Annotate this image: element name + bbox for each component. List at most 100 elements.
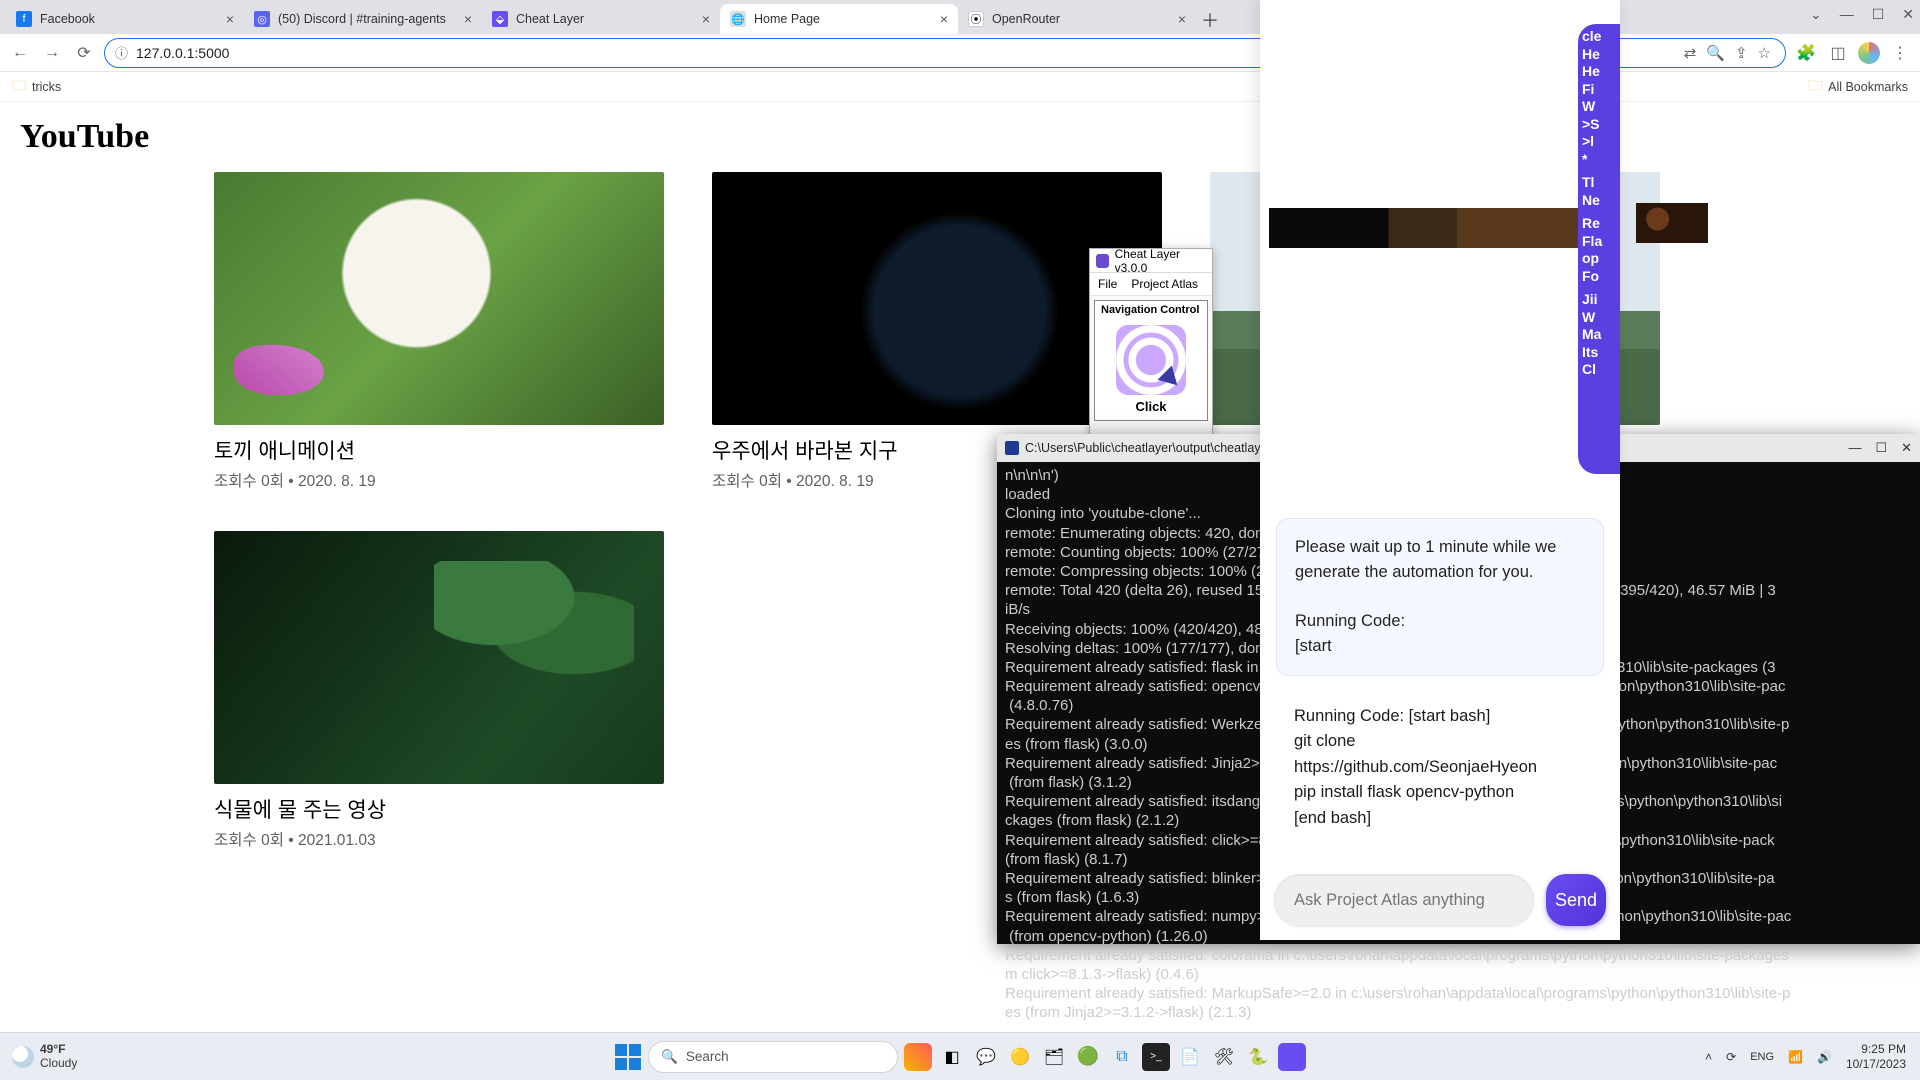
app-titlebar[interactable]: Cheat Layer v3.0.0 bbox=[1090, 249, 1212, 273]
tray-language-icon[interactable]: ENG bbox=[1750, 1051, 1774, 1063]
taskbar-terminal-icon[interactable]: >_ bbox=[1142, 1043, 1170, 1071]
taskbar-app-icon[interactable]: 🟢 bbox=[1074, 1043, 1102, 1071]
menu-icon[interactable]: ⋮ bbox=[1888, 41, 1912, 65]
tray-sync-icon[interactable]: ⟳ bbox=[1726, 1050, 1736, 1064]
date: 10/17/2023 bbox=[1846, 1057, 1906, 1071]
chat-message-status: Please wait up to 1 minute while we gene… bbox=[1276, 518, 1604, 676]
start-button[interactable] bbox=[614, 1043, 642, 1071]
back-button[interactable]: ← bbox=[8, 41, 32, 65]
time: 9:25 PM bbox=[1846, 1042, 1906, 1056]
close-icon[interactable]: × bbox=[226, 11, 234, 27]
all-bookmarks-button[interactable]: 🗀 All Bookmarks bbox=[1808, 75, 1908, 99]
taskbar-taskview-icon[interactable]: ◧ bbox=[938, 1043, 966, 1071]
click-tool-button[interactable]: Click bbox=[1101, 325, 1201, 414]
taskbar-center: 🔍 Search ◧ 💬 🟡 🗂 🟢 ⧉ >_ 📄 🛠 🐍 bbox=[614, 1041, 1306, 1073]
search-placeholder: Search bbox=[686, 1049, 729, 1064]
weather-desc: Cloudy bbox=[40, 1057, 77, 1071]
profile-avatar[interactable] bbox=[1858, 42, 1880, 64]
chat-message-code: Running Code: [start bash] git clone htt… bbox=[1276, 690, 1604, 846]
taskbar-explorer-icon[interactable]: 🗂 bbox=[1040, 1043, 1068, 1071]
translate-icon[interactable]: ⇄ bbox=[1684, 44, 1697, 62]
tab-openrouter[interactable]: ⦿ OpenRouter × bbox=[958, 4, 1196, 34]
weather-widget[interactable]: 49°F Cloudy bbox=[0, 1043, 77, 1071]
video-thumbnail[interactable] bbox=[214, 172, 664, 425]
terminal-title: C:\Users\Public\cheatlayer\output\cheatl… bbox=[1025, 441, 1272, 455]
favicon: 🌐 bbox=[730, 11, 746, 27]
clock[interactable]: 9:25 PM 10/17/2023 bbox=[1846, 1042, 1906, 1071]
taskbar-search[interactable]: 🔍 Search bbox=[648, 1041, 898, 1073]
minimize-icon[interactable]: — bbox=[1848, 440, 1861, 456]
forward-button[interactable]: → bbox=[40, 41, 64, 65]
tab-discord[interactable]: ◎ (50) Discord | #training-agents × bbox=[244, 4, 482, 34]
site-info-icon[interactable]: ⓘ bbox=[115, 43, 128, 62]
target-icon bbox=[1116, 325, 1186, 395]
taskbar-app-icon[interactable]: 🛠 bbox=[1210, 1043, 1238, 1071]
star-icon[interactable]: ☆ bbox=[1758, 44, 1771, 62]
transcript-peek-strip[interactable]: cle He He Fi W >S >l * Tl Ne Re Fla op F… bbox=[1578, 24, 1620, 474]
close-icon[interactable]: × bbox=[940, 11, 948, 27]
omnibox-actions: ⇄ 🔍 ⇪ ☆ bbox=[1684, 44, 1775, 62]
navigation-control-panel: Navigation Control Click bbox=[1094, 300, 1208, 421]
panel-header: Navigation Control bbox=[1095, 301, 1207, 319]
video-card[interactable]: 토끼 애니메이션 조회수 0회 • 2020. 8. 19 bbox=[214, 172, 664, 491]
tab-facebook[interactable]: f Facebook × bbox=[6, 4, 244, 34]
tray-chevron-icon[interactable]: ˄ bbox=[1705, 1050, 1712, 1064]
send-button[interactable]: Send bbox=[1546, 874, 1606, 926]
taskbar-cheatlayer-icon[interactable] bbox=[1278, 1043, 1306, 1071]
video-title: 식물에 물 주는 영상 bbox=[214, 794, 664, 824]
browser-tabstrip: f Facebook × ◎ (50) Discord | #training-… bbox=[0, 0, 1920, 34]
weather-icon bbox=[12, 1046, 34, 1068]
menu-file[interactable]: File bbox=[1098, 277, 1117, 291]
video-title: 토끼 애니메이션 bbox=[214, 435, 664, 465]
reload-button[interactable]: ⟳ bbox=[72, 41, 96, 65]
tab-title: (50) Discord | #training-agents bbox=[278, 12, 456, 26]
favicon: f bbox=[16, 11, 32, 27]
chevron-down-icon[interactable]: ⌄ bbox=[1810, 6, 1822, 23]
tab-title: Cheat Layer bbox=[516, 12, 694, 26]
folder-icon: 🗀 bbox=[12, 75, 26, 99]
favicon: ◎ bbox=[254, 11, 270, 27]
window-controls: ⌄ — ☐ ✕ bbox=[1810, 6, 1914, 23]
video-card[interactable]: 식물에 물 주는 영상 조회수 0회 • 2021.01.03 bbox=[214, 531, 664, 850]
app-title: Cheat Layer v3.0.0 bbox=[1115, 247, 1206, 275]
tab-title: Facebook bbox=[40, 12, 218, 26]
close-icon[interactable]: ✕ bbox=[1902, 6, 1914, 23]
minimize-icon[interactable]: — bbox=[1840, 6, 1854, 23]
tray-volume-icon[interactable]: 🔊 bbox=[1817, 1050, 1832, 1064]
menu-project-atlas[interactable]: Project Atlas bbox=[1131, 277, 1198, 291]
extensions-icon[interactable]: 🧩 bbox=[1794, 41, 1818, 65]
maximize-icon[interactable]: ☐ bbox=[1875, 440, 1887, 456]
bookmark-tricks[interactable]: 🗀 tricks bbox=[12, 75, 61, 99]
chat-image-strip bbox=[1269, 208, 1611, 248]
search-icon: 🔍 bbox=[661, 1049, 678, 1065]
sidepanel-icon[interactable]: ◫ bbox=[1826, 41, 1850, 65]
taskbar-vscode-icon[interactable]: ⧉ bbox=[1108, 1043, 1136, 1071]
taskbar-chat-icon[interactable]: 💬 bbox=[972, 1043, 1000, 1071]
chat-input[interactable] bbox=[1274, 874, 1534, 926]
taskbar-chrome-icon[interactable]: 🟡 bbox=[1006, 1043, 1034, 1071]
partial-thumbnail bbox=[1636, 203, 1708, 243]
windows-taskbar: 49°F Cloudy 🔍 Search ◧ 💬 🟡 🗂 🟢 ⧉ >_ 📄 🛠 … bbox=[0, 1032, 1920, 1080]
close-icon[interactable]: × bbox=[1178, 11, 1186, 27]
close-icon[interactable]: ✕ bbox=[1901, 440, 1912, 456]
close-icon[interactable]: × bbox=[702, 11, 710, 27]
share-icon[interactable]: ⇪ bbox=[1735, 44, 1748, 62]
system-tray: ˄ ⟳ ENG 📶 🔊 9:25 PM 10/17/2023 bbox=[1705, 1042, 1920, 1071]
tab-title: Home Page bbox=[754, 12, 932, 26]
tab-cheatlayer[interactable]: ⬙ Cheat Layer × bbox=[482, 4, 720, 34]
zoom-icon[interactable]: 🔍 bbox=[1706, 44, 1725, 62]
weather-temp: 49°F bbox=[40, 1043, 77, 1057]
taskbar-app-icon[interactable] bbox=[904, 1043, 932, 1071]
tray-wifi-icon[interactable]: 📶 bbox=[1788, 1050, 1803, 1064]
taskbar-notepad-icon[interactable]: 📄 bbox=[1176, 1043, 1204, 1071]
tab-title: OpenRouter bbox=[992, 12, 1170, 26]
app-menubar: File Project Atlas bbox=[1090, 273, 1212, 296]
bookmarks-bar: 🗀 tricks 🗀 All Bookmarks bbox=[0, 72, 1920, 102]
video-thumbnail[interactable] bbox=[214, 531, 664, 784]
new-tab-button[interactable]: ＋ bbox=[1196, 6, 1224, 34]
tab-homepage[interactable]: 🌐 Home Page × bbox=[720, 4, 958, 34]
favicon: ⬙ bbox=[492, 11, 508, 27]
close-icon[interactable]: × bbox=[464, 11, 472, 27]
taskbar-python-icon[interactable]: 🐍 bbox=[1244, 1043, 1272, 1071]
maximize-icon[interactable]: ☐ bbox=[1872, 6, 1885, 23]
